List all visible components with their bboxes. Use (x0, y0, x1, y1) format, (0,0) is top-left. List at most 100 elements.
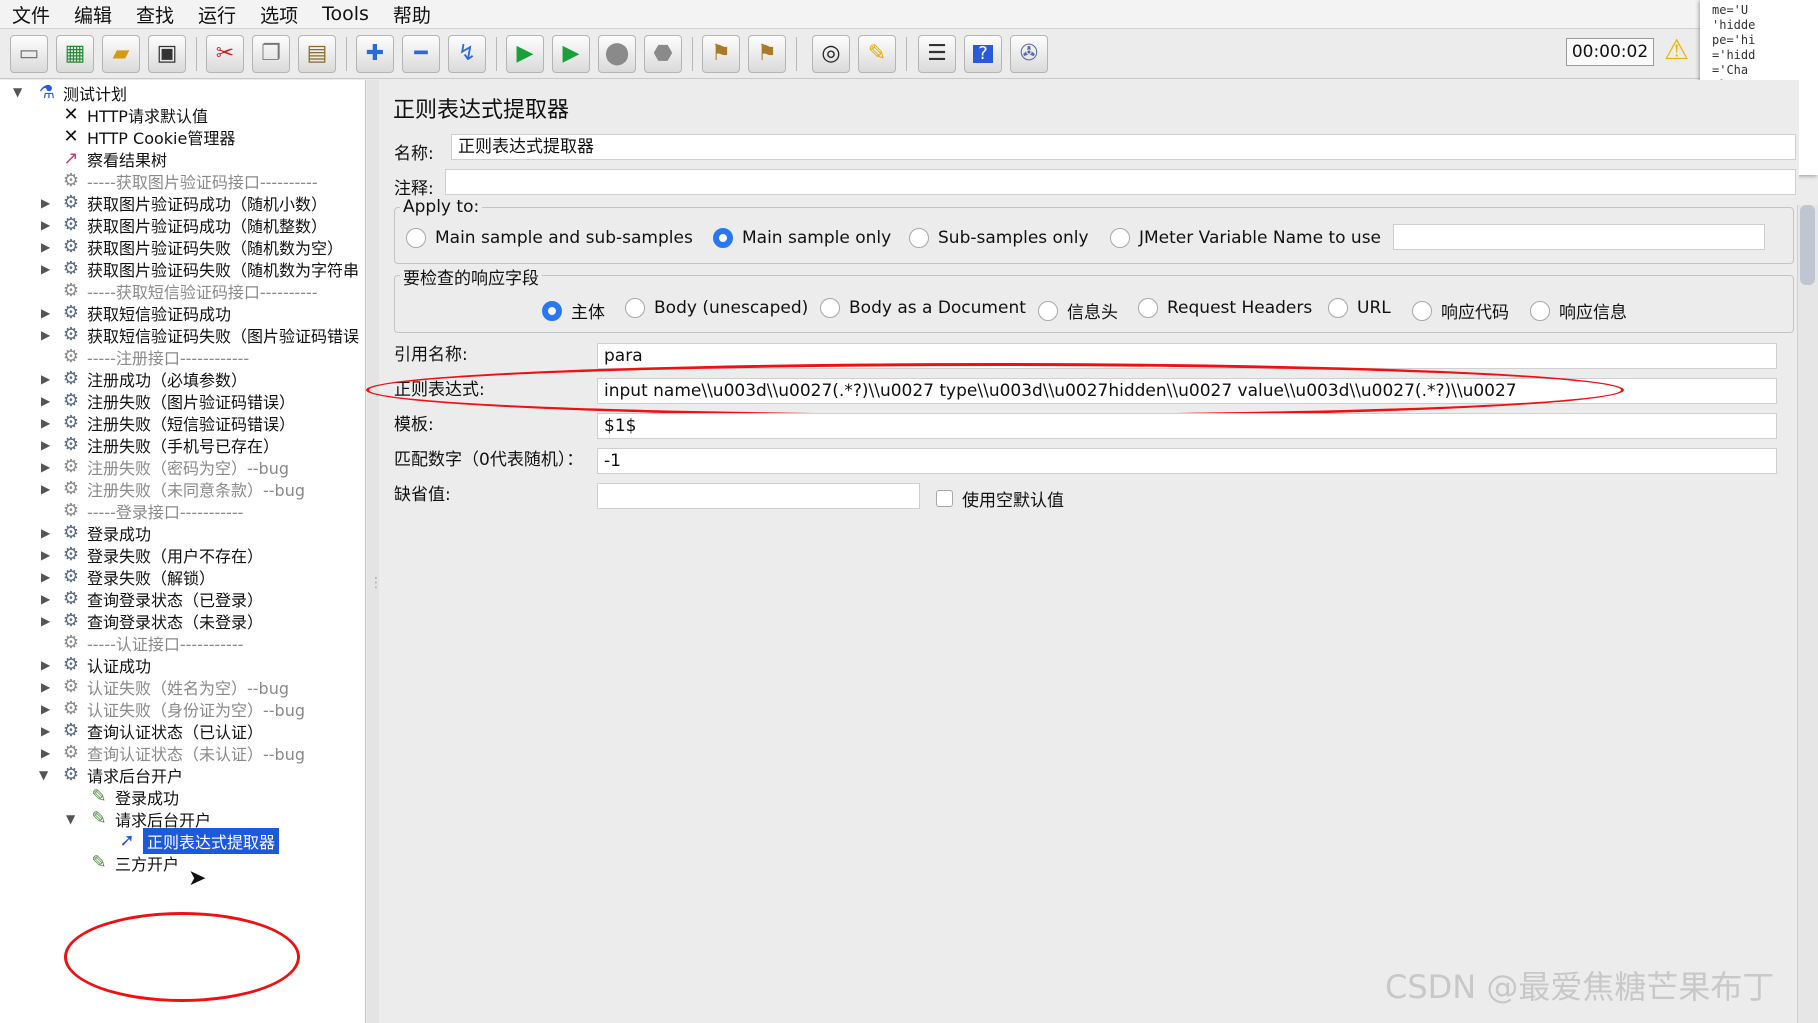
menu-edit[interactable]: 编辑 (74, 1, 112, 28)
menu-options[interactable]: 选项 (260, 1, 298, 28)
checkbox[interactable] (936, 490, 953, 507)
remote-icon[interactable]: ✇ (1010, 35, 1048, 73)
toggle-icon[interactable]: ↯ (448, 35, 486, 73)
start-icon[interactable]: ▶ (506, 35, 544, 73)
collapse-icon[interactable]: ━ (402, 35, 440, 73)
elapsed-timer: 00:00:02 (1566, 38, 1654, 66)
expand-toggle-icon[interactable]: ▶ (41, 614, 50, 628)
radio-response-message[interactable]: 响应信息 (1530, 298, 1627, 323)
menu-help[interactable]: 帮助 (393, 1, 431, 28)
expand-toggle-icon[interactable]: ▶ (41, 218, 50, 232)
radio-body[interactable]: 主体 (542, 298, 605, 323)
tree-node-label: HTTP Cookie管理器 (87, 128, 236, 148)
stop-icon[interactable]: ⬤ (598, 35, 636, 73)
expand-toggle-icon[interactable]: ▶ (41, 460, 50, 474)
name-input[interactable]: 正则表达式提取器 (451, 134, 1796, 160)
radio-headers[interactable]: 信息头 (1038, 298, 1118, 323)
function-helper-icon[interactable]: ☰ (918, 35, 956, 73)
pen-icon: ✎ (91, 786, 107, 807)
clear-all-icon[interactable]: ⚑ (748, 35, 786, 73)
save-icon[interactable]: ▣ (148, 35, 186, 73)
gear-icon: ⚙ (62, 434, 80, 455)
radio-button[interactable] (1038, 300, 1058, 321)
radio-button[interactable] (909, 228, 929, 248)
tree-node-label: 获取图片验证码失败（随机数为空） (87, 238, 344, 258)
radio-button[interactable] (1138, 298, 1158, 318)
tree-node[interactable]: ✎ 三方开户 (88, 850, 179, 875)
expand-toggle-icon[interactable]: ▶ (41, 746, 50, 760)
cut-icon[interactable]: ✂ (206, 35, 244, 73)
use-empty-default-checkbox[interactable]: 使用空默认值 (936, 486, 1064, 511)
expand-toggle-icon[interactable]: ▼ (39, 768, 48, 782)
radio-body-as-document[interactable]: Body as a Document (820, 298, 1026, 318)
search-binoculars-icon[interactable]: ◎ (812, 35, 850, 73)
template-input[interactable]: $1$ (597, 413, 1777, 439)
gear-icon: ⚙ (62, 170, 80, 191)
expand-toggle-icon[interactable]: ▶ (41, 328, 50, 342)
pen-icon: ✎ (91, 808, 107, 829)
radio-button[interactable] (1328, 298, 1348, 318)
menu-file[interactable]: 文件 (12, 1, 50, 28)
radio-main-and-sub-samples[interactable]: Main sample and sub-samples (406, 228, 693, 248)
radio-button[interactable] (1412, 300, 1432, 321)
vertical-scrollbar[interactable] (1797, 205, 1818, 1023)
menu-tools[interactable]: Tools (322, 3, 369, 25)
radio-button-selected[interactable] (542, 300, 562, 321)
shutdown-icon[interactable]: ⬣ (644, 35, 682, 73)
expand-toggle-icon[interactable]: ▶ (41, 570, 50, 584)
default-value-input[interactable] (597, 483, 920, 509)
expand-toggle-icon[interactable]: ▶ (41, 526, 50, 540)
radio-response-code[interactable]: 响应代码 (1412, 298, 1509, 323)
radio-button[interactable] (625, 298, 645, 318)
match-number-input[interactable]: -1 (597, 448, 1777, 474)
tree-node-label: 登录成功 (115, 788, 180, 808)
radio-button[interactable] (1110, 228, 1130, 248)
expand-toggle-icon[interactable]: ▶ (41, 372, 50, 386)
radio-button[interactable] (1530, 300, 1550, 321)
reset-search-icon[interactable]: ✎ (858, 35, 896, 73)
paste-icon[interactable]: ▤ (298, 35, 336, 73)
expand-toggle-icon[interactable]: ▶ (41, 658, 50, 672)
comment-input[interactable] (445, 169, 1796, 195)
radio-button-selected[interactable] (713, 228, 733, 248)
expand-toggle-icon[interactable]: ▶ (41, 680, 50, 694)
variable-name-input[interactable] (1393, 224, 1765, 250)
expand-toggle-icon[interactable]: ▶ (41, 262, 50, 276)
expand-toggle-icon[interactable]: ▶ (41, 724, 50, 738)
expand-toggle-icon[interactable]: ▶ (41, 592, 50, 606)
tree-node-label: 获取图片验证码失败（随机数为字符串 (87, 260, 360, 280)
split-pane-divider[interactable] (367, 80, 379, 1023)
clear-icon[interactable]: ⚑ (702, 35, 740, 73)
start-no-timers-icon[interactable]: ▶ (552, 35, 590, 73)
radio-body-unescaped[interactable]: Body (unescaped) (625, 298, 808, 318)
radio-button[interactable] (406, 228, 426, 248)
expand-icon[interactable]: ✚ (356, 35, 394, 73)
scrollbar-thumb[interactable] (1800, 205, 1815, 285)
radio-button[interactable] (820, 298, 840, 318)
expand-toggle-icon[interactable]: ▶ (41, 482, 50, 496)
expand-toggle-icon[interactable]: ▶ (41, 196, 50, 210)
expand-toggle-icon[interactable]: ▼ (13, 85, 22, 99)
warning-icon[interactable]: ⚠ (1664, 36, 1689, 64)
radio-url[interactable]: URL (1328, 298, 1391, 318)
expand-toggle-icon[interactable]: ▶ (41, 240, 50, 254)
open-folder-icon[interactable]: ▰ (102, 35, 140, 73)
menu-search[interactable]: 查找 (136, 1, 174, 28)
copy-icon[interactable]: ❐ (252, 35, 290, 73)
expand-toggle-icon[interactable]: ▼ (66, 812, 75, 826)
expand-toggle-icon[interactable]: ▶ (41, 438, 50, 452)
radio-jmeter-variable[interactable]: JMeter Variable Name to use (1110, 228, 1381, 248)
menu-run[interactable]: 运行 (198, 1, 236, 28)
expand-toggle-icon[interactable]: ▶ (41, 306, 50, 320)
expand-toggle-icon[interactable]: ▶ (41, 394, 50, 408)
new-icon[interactable]: ▭ (10, 35, 48, 73)
radio-main-sample-only[interactable]: Main sample only (713, 228, 891, 248)
expand-toggle-icon[interactable]: ▶ (41, 416, 50, 430)
radio-sub-samples-only[interactable]: Sub-samples only (909, 228, 1089, 248)
expand-toggle-icon[interactable]: ▶ (41, 548, 50, 562)
radio-request-headers[interactable]: Request Headers (1138, 298, 1312, 318)
templates-icon[interactable]: ▦ (56, 35, 94, 73)
page-title: 正则表达式提取器 (393, 98, 570, 123)
expand-toggle-icon[interactable]: ▶ (41, 702, 50, 716)
help-icon[interactable]: ? (964, 35, 1002, 73)
